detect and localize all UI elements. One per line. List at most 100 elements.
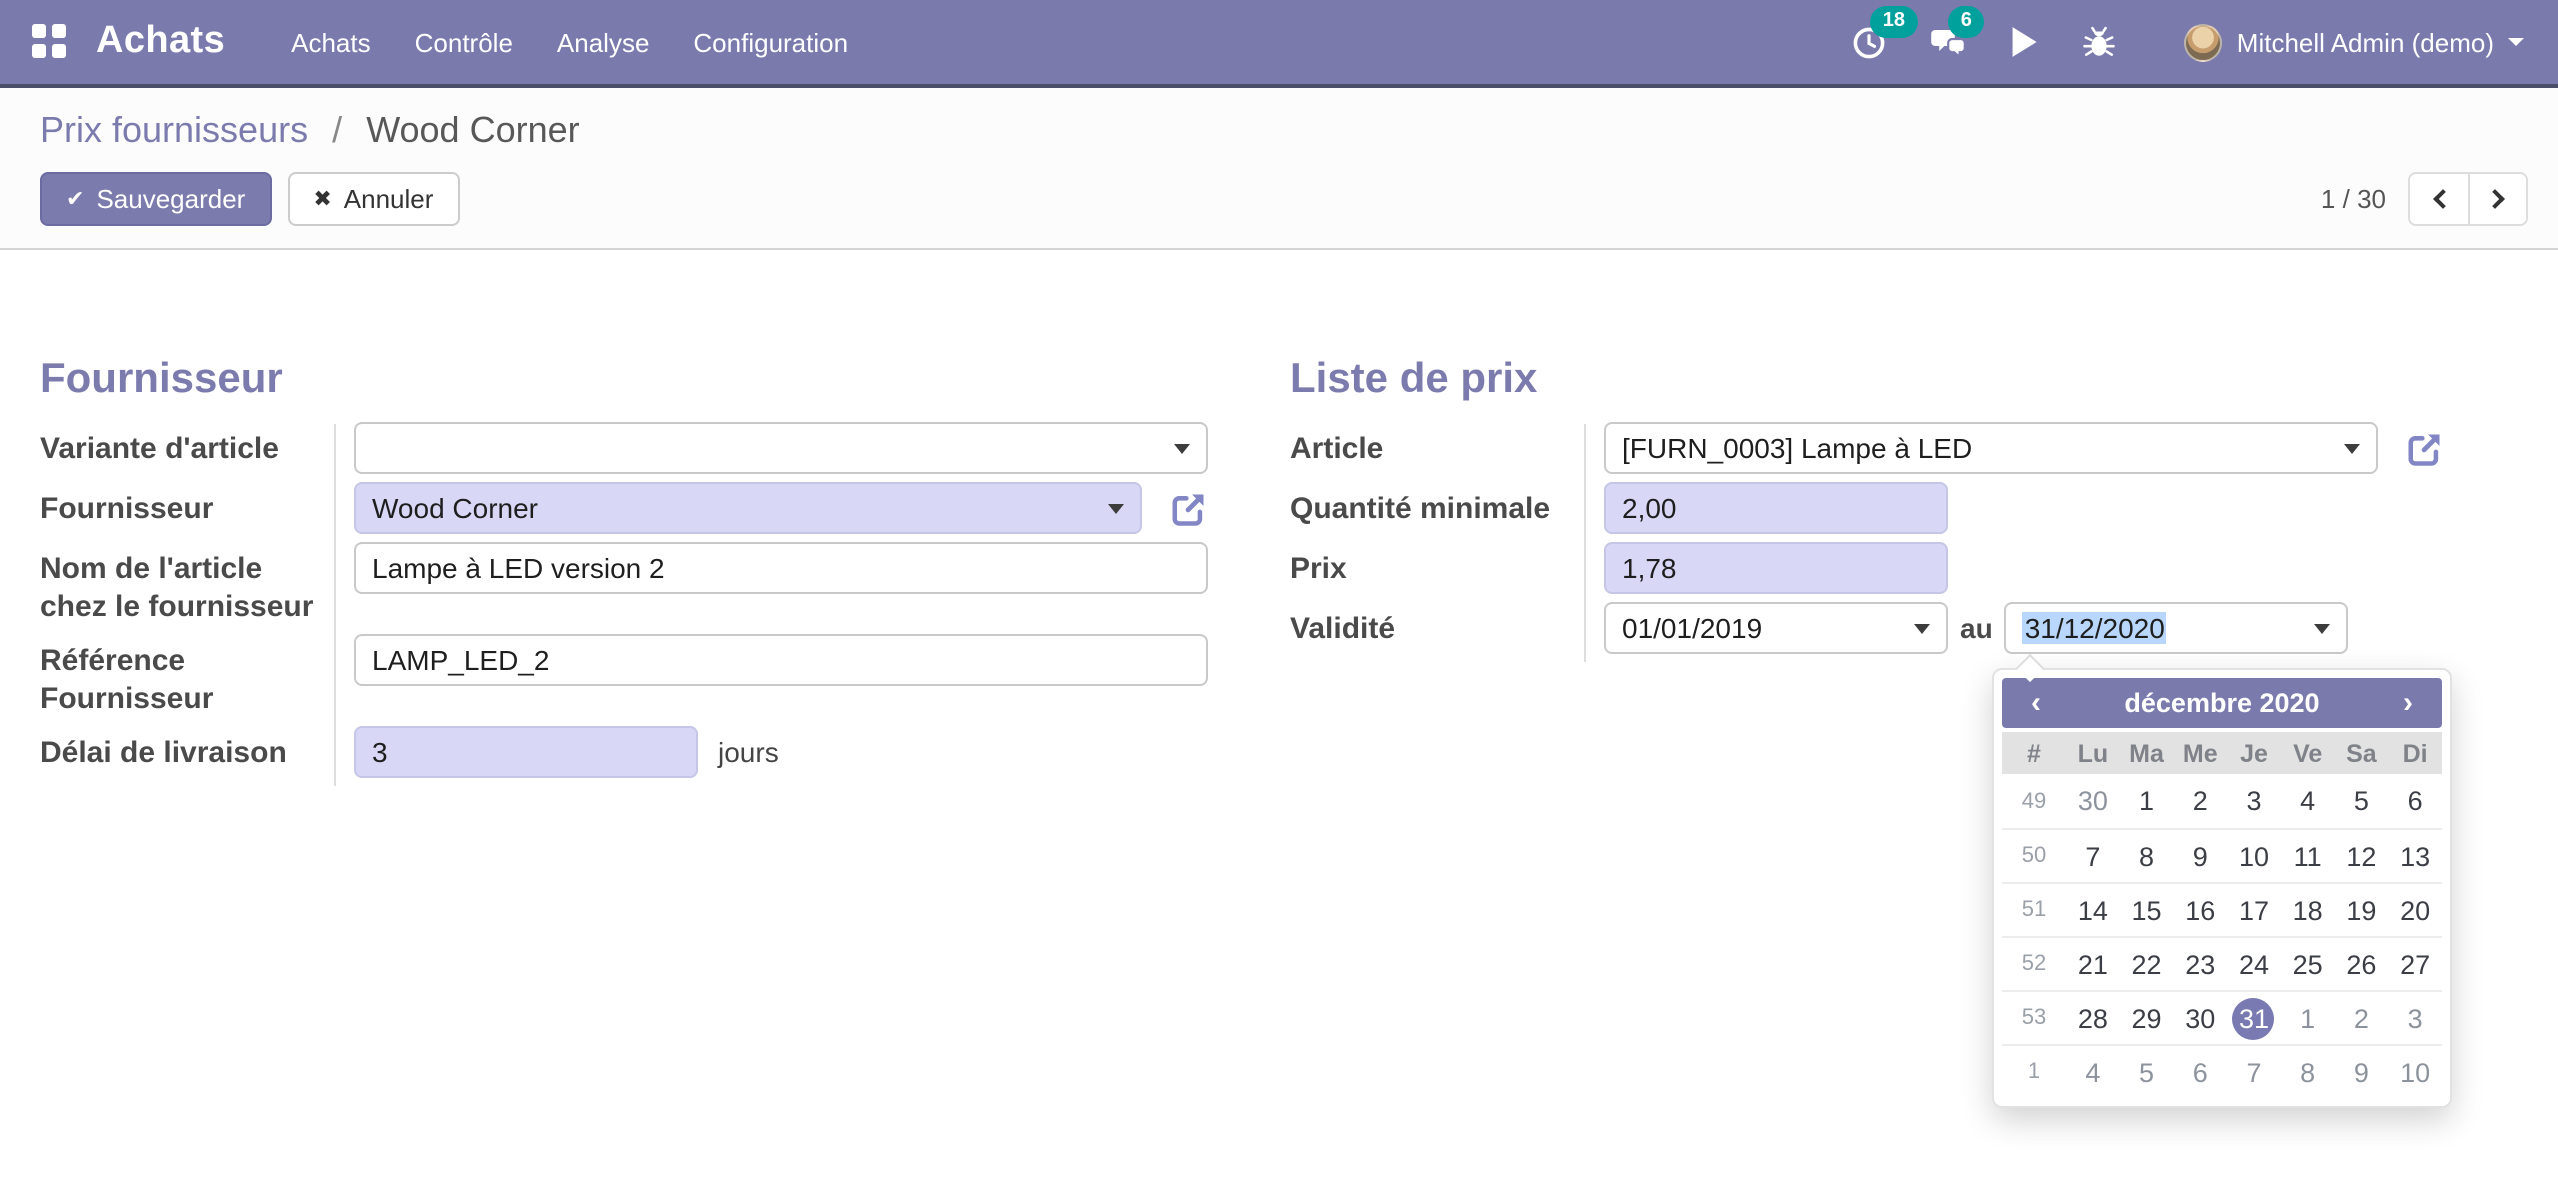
calendar-day[interactable]: 3 [2227,780,2281,822]
calendar-day[interactable]: 3 [2388,997,2442,1039]
chevron-right-icon [2485,189,2505,209]
datepicker-month-label[interactable]: décembre 2020 [2070,688,2374,718]
datepicker-weekday-row: # Lu Ma Me Je Ve Sa Di [2002,732,2442,774]
calendar-day[interactable]: 9 [2173,835,2227,877]
check-icon: ✔ [66,188,85,212]
label-article: Article [1290,432,1384,466]
calendar-day[interactable]: 26 [2335,943,2389,985]
datepicker-header: ‹ décembre 2020 › [2002,678,2442,728]
menu-configuration[interactable]: Configuration [671,0,870,84]
calendar-day[interactable]: 4 [2066,1051,2120,1093]
product-name-input[interactable]: Lampe à LED version 2 [354,542,1208,594]
calendar-day[interactable]: 4 [2281,780,2335,822]
apps-menu-icon[interactable] [32,24,68,60]
breadcrumb-current: Wood Corner [366,110,580,150]
calendar-week-row: 1 4 5 6 7 8 9 10 [2002,1044,2442,1098]
selected-day[interactable]: 31 [2227,997,2281,1039]
calendar-day[interactable]: 13 [2388,835,2442,877]
calendar-day[interactable]: 15 [2120,889,2174,931]
calendar-week-row: 49 30 1 2 3 4 5 6 [2002,774,2442,828]
vendor-select[interactable]: Wood Corner [354,482,1142,534]
pager-next-button[interactable] [2468,174,2526,224]
calendar-day[interactable]: 30 [2066,780,2120,822]
pager-previous-button[interactable] [2410,174,2468,224]
top-navbar: Achats Achats Contrôle Analyse Configura… [0,0,2558,88]
calendar-day[interactable]: 10 [2227,835,2281,877]
messages-button[interactable]: 6 [1909,5,1989,59]
label-delai-livraison: Délai de livraison [40,736,287,770]
delay-unit-label: jours [718,736,779,768]
menu-analyse[interactable]: Analyse [535,0,672,84]
calendar-day[interactable]: 7 [2066,835,2120,877]
calendar-day[interactable]: 9 [2335,1051,2389,1093]
calendar-day[interactable]: 2 [2335,997,2389,1039]
calendar-day[interactable]: 17 [2227,889,2281,931]
menu-achats[interactable]: Achats [269,0,393,84]
product-external-link-button[interactable] [2406,429,2444,467]
calendar-day[interactable]: 14 [2066,889,2120,931]
calendar-day[interactable]: 30 [2173,997,2227,1039]
pager-value[interactable]: 1 / 30 [2321,184,2386,214]
calendar-week-row: 51 14 15 16 17 18 19 20 [2002,882,2442,936]
calendar-day[interactable]: 2 [2173,780,2227,822]
calendar-day[interactable]: 6 [2388,780,2442,822]
odoo-app-window: Achats Achats Contrôle Analyse Configura… [0,0,2558,1180]
vendor-code-input[interactable]: LAMP_LED_2 [354,634,1208,686]
calendar-day[interactable]: 27 [2388,943,2442,985]
date-end-input[interactable]: 31/12/2020 [2004,602,2349,654]
datepicker-next-button[interactable]: › [2374,678,2442,728]
calendar-day[interactable]: 6 [2173,1051,2227,1093]
calendar-day[interactable]: 1 [2281,997,2335,1039]
calendar-day[interactable]: 20 [2388,889,2442,931]
date-range-separator: au [1960,612,1993,644]
calendar-day[interactable]: 22 [2120,943,2174,985]
control-panel: Prix fournisseurs / Wood Corner ✔ Sauveg… [0,88,2558,250]
datepicker-prev-button[interactable]: ‹ [2002,678,2070,728]
menu-controle[interactable]: Contrôle [393,0,535,84]
calendar-day[interactable]: 29 [2120,997,2174,1039]
week-number: 52 [2021,952,2047,976]
calendar-day[interactable]: 5 [2335,780,2389,822]
dropdown-caret-icon [2344,443,2360,453]
breadcrumb: Prix fournisseurs / Wood Corner [40,110,2528,152]
activities-button[interactable]: 18 [1831,5,1918,59]
calendar-week-row: 52 21 22 23 24 25 26 27 [2002,936,2442,990]
calendar-day[interactable]: 10 [2388,1051,2442,1093]
calendar-day[interactable]: 23 [2173,943,2227,985]
calendar-day[interactable]: 25 [2281,943,2335,985]
calendar-day[interactable]: 12 [2335,835,2389,877]
calendar-day[interactable]: 28 [2066,997,2120,1039]
calendar-week-row: 53 28 29 30 31 1 2 3 [2002,990,2442,1044]
label-validite: Validité [1290,612,1396,646]
calendar-day[interactable]: 24 [2227,943,2281,985]
cross-icon: ✖ [313,188,332,212]
price-input[interactable]: 1,78 [1604,542,1948,594]
cancel-button[interactable]: ✖ Annuler [287,172,460,226]
calendar-day[interactable]: 16 [2173,889,2227,931]
calendar-day[interactable]: 18 [2281,889,2335,931]
min-qty-input[interactable]: 2,00 [1604,482,1948,534]
chevron-left-icon [2432,189,2452,209]
breadcrumb-parent[interactable]: Prix fournisseurs [40,110,308,150]
calendar-day[interactable]: 19 [2335,889,2389,931]
user-name: Mitchell Admin (demo) [2236,27,2494,57]
calendar-day[interactable]: 5 [2120,1051,2174,1093]
calendar-day[interactable]: 8 [2120,835,2174,877]
calendar-day[interactable]: 7 [2227,1051,2281,1093]
product-select[interactable]: [FURN_0003] Lampe à LED [1604,422,2378,474]
vendor-external-link-button[interactable] [1170,489,1208,527]
user-menu[interactable]: Mitchell Admin (demo) [2139,23,2528,61]
delay-input[interactable]: 3 [354,726,698,778]
systray: 18 6 Mitchell Admin (demo) [1831,5,2528,61]
debug-button[interactable] [2061,25,2139,59]
app-brand[interactable]: Achats [96,20,225,64]
chevron-down-icon [2508,38,2524,46]
calendar-day[interactable]: 21 [2066,943,2120,985]
calendar-day[interactable]: 1 [2120,780,2174,822]
date-start-input[interactable]: 01/01/2019 [1604,602,1948,654]
play-tutorial-button[interactable] [1989,26,2061,58]
variant-select[interactable] [354,422,1208,474]
save-button[interactable]: ✔ Sauvegarder [40,172,272,226]
calendar-day[interactable]: 8 [2281,1051,2335,1093]
calendar-day[interactable]: 11 [2281,835,2335,877]
